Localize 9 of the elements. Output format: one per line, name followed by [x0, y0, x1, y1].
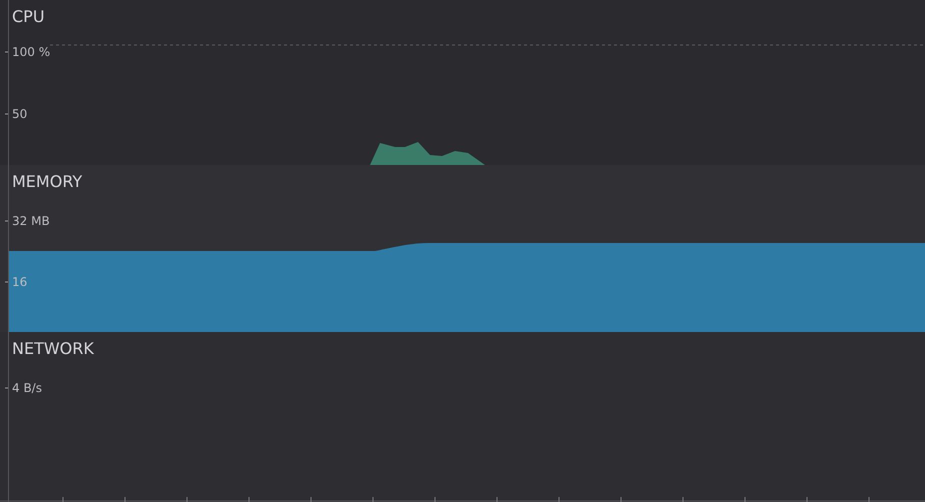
axis-label: 100 % [12, 45, 50, 59]
tick-mark [4, 220, 10, 222]
axis-label: 32 MB [12, 214, 50, 228]
panel-title: NETWORK [12, 338, 95, 360]
panel-title: MEMORY [12, 171, 84, 193]
panel-title: CPU [12, 6, 46, 28]
axis-label: 4 B/s [12, 381, 42, 395]
axis-label: 16 [12, 275, 28, 289]
axis-label: 50 [12, 107, 28, 121]
